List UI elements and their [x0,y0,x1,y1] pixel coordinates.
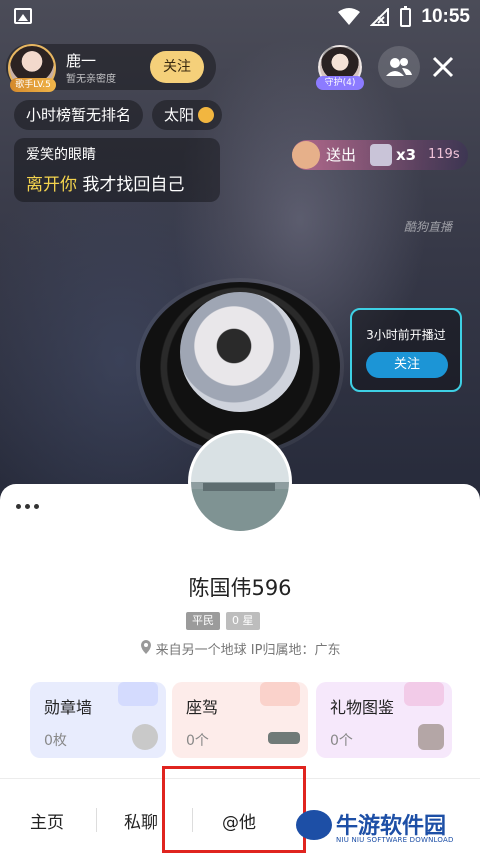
watermark: 酷狗直播 [404,220,453,234]
brand-watermark: 牛游软件园 NIU NIU SOFTWARE DOWNLOAD [296,806,476,846]
gift-thumb-icon [418,724,444,750]
image-notification-icon [14,8,32,24]
medal-icon [132,724,158,750]
stars-tag: 0 星 [226,612,260,630]
gift-catalog-card[interactable]: 礼物图鉴 0个 [316,682,452,758]
nav-private-chat[interactable]: 私聊 [124,808,158,833]
sun-badge-icon [198,107,215,123]
guard-label: 守护(4) [316,76,364,90]
schedule-follow-button[interactable]: 关注 [366,352,448,378]
gift-action: 送出 [326,146,357,164]
card-title: 座驾 [186,698,219,717]
nav-home[interactable]: 主页 [30,808,64,833]
card-title: 礼物图鉴 [330,698,395,717]
profile-avatar[interactable] [188,430,292,534]
status-bar: 10:55 [0,0,480,34]
wifi-icon [338,8,361,25]
location-pin-icon [140,640,151,654]
song-user: 爱笑的眼睛 [26,147,96,163]
close-icon [432,56,454,78]
status-time: 10:55 [421,6,470,27]
song-card: 爱笑的眼睛 离开你 我才找回自己 [14,138,220,202]
hour-rank-pill[interactable]: 小时榜暂无排名 [14,100,144,130]
card-title: 勋章墙 [44,698,93,717]
more-options-icon[interactable] [16,504,46,514]
gift-icon [370,144,392,166]
profile-username: 陈国伟596 [188,576,292,600]
schedule-card: 3小时前开播过 关注 [350,308,462,392]
gift-timer: 119s [428,147,460,162]
host-name: 鹿一 [66,52,97,70]
battery-icon [400,5,412,27]
host-level-badge: 歌手LV.5 [10,78,56,92]
location-text: 来自另一个地球 IP归属地：广东 [155,643,341,658]
cars-card[interactable]: 座驾 0个 [172,682,308,758]
people-icon [386,58,412,76]
nav-separator [96,808,97,832]
profile-tags: 平民 0 星 [186,612,260,630]
close-button[interactable] [426,50,460,84]
song-rest: 我才找回自己 [77,175,185,195]
sun-label: 太阳 [164,106,195,124]
brand-english: NIU NIU SOFTWARE DOWNLOAD [336,836,454,844]
plane-icon [268,732,300,744]
schedule-text: 3小时前开播过 [366,328,446,342]
no-signal-icon [370,8,390,26]
rank-tag: 平民 [186,612,220,630]
album-cover [180,292,300,412]
vinyl-record [140,282,340,452]
gift-bar: 送出 x3 119s [292,140,468,170]
host-intimacy: 暂无亲密度 [66,74,116,85]
brand-logo-icon [296,810,332,840]
badge-wall-card[interactable]: 勋章墙 0枚 [30,682,166,758]
highlight-box [162,766,306,853]
sender-avatar [292,141,320,169]
audience-button[interactable] [378,46,420,88]
ship-image [203,483,275,491]
gift-count: x3 [396,146,417,164]
sun-pill[interactable]: 太阳 [152,100,223,130]
song-highlight: 离开你 [26,175,77,195]
song-lyric: 离开你 我才找回自己 [26,170,208,195]
location-line: 来自另一个地球 IP归属地：广东 [0,639,480,658]
follow-button[interactable]: 关注 [150,51,204,83]
